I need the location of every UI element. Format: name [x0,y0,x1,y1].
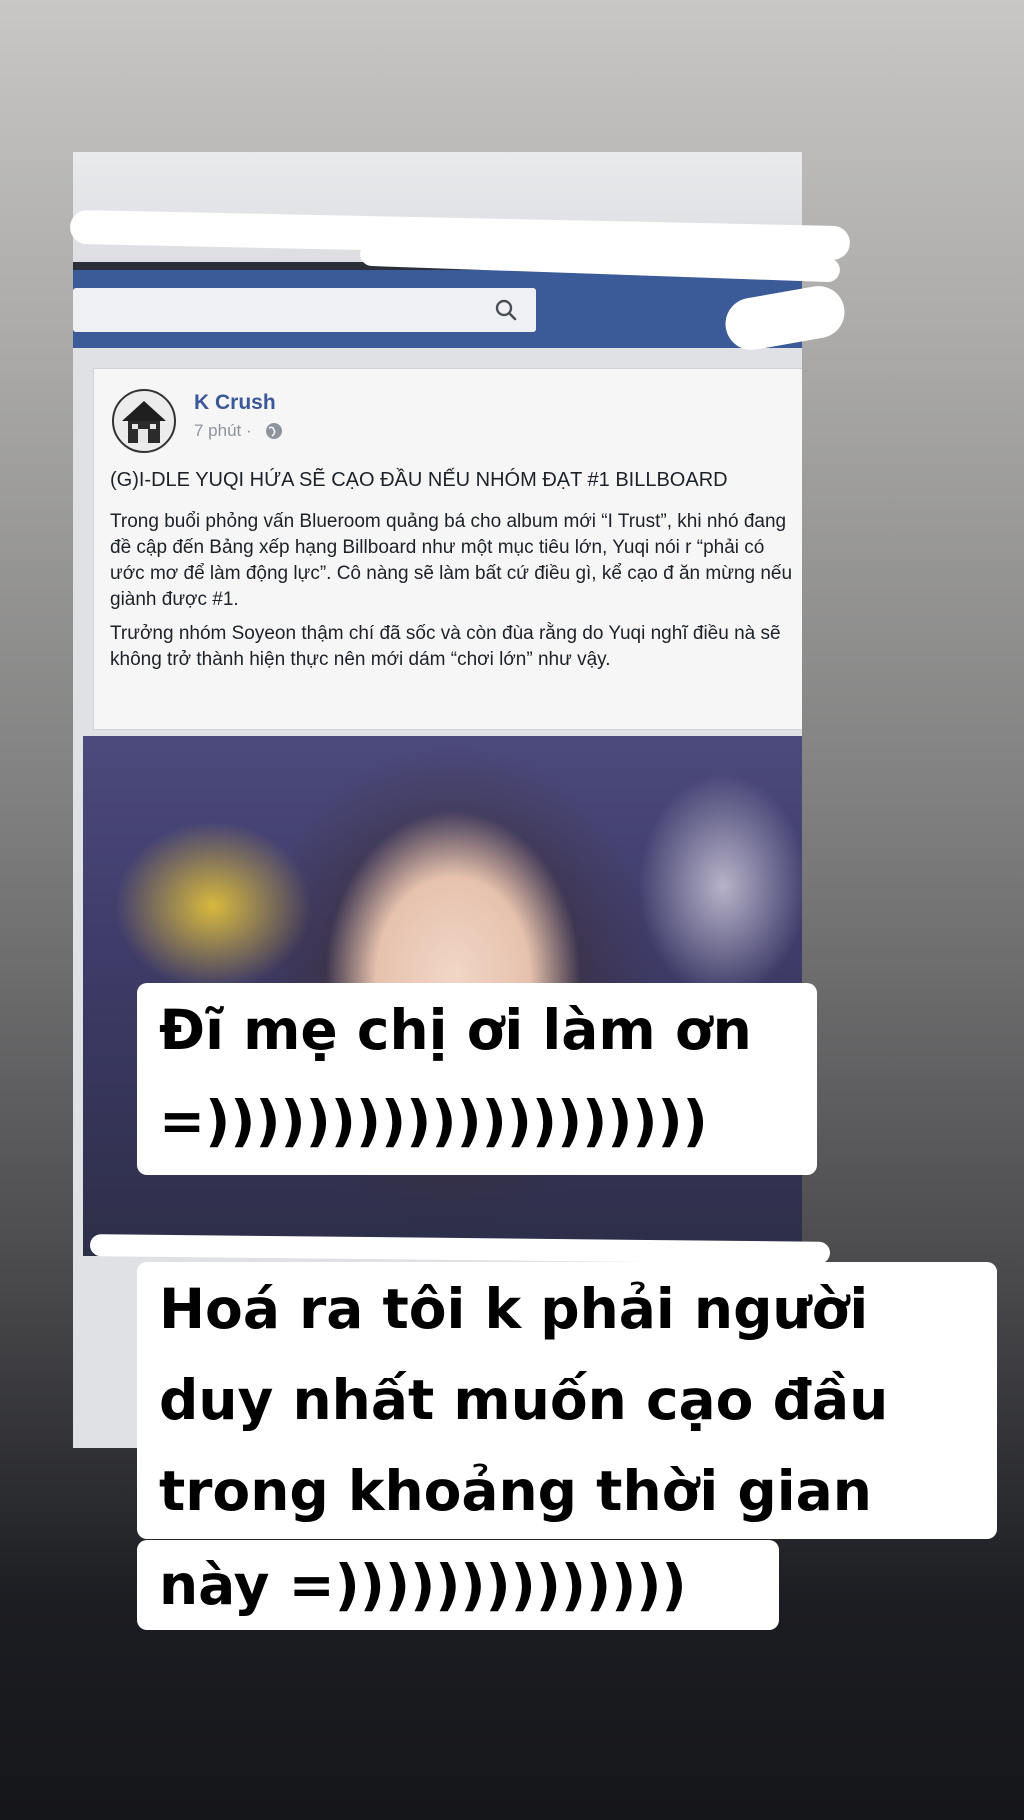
story-caption-top: Đĩ mẹ chị ơi làm ơn =)))))))))))))))))))… [137,983,817,1175]
facebook-top-bar [73,270,802,348]
caption-line: này =)))))))))))))) [159,1553,687,1617]
caption-line: Đĩ mẹ chị ơi làm ơn [159,998,752,1062]
post-paragraph: Trưởng nhóm Soyeon thậm chí đã sốc và cò… [110,623,781,670]
post-headline: (G)I-DLE YUQI HỨA SẼ CẠO ĐẦU NẾU NHÓM ĐẠ… [110,469,728,491]
story-caption-bottom: Hoá ra tôi k phải người duy nhất muốn cạ… [137,1262,997,1539]
caption-line: trong khoảng thời gian [159,1459,872,1523]
search-icon[interactable] [494,298,518,322]
page-name[interactable]: K Crush [194,391,276,415]
search-input[interactable] [73,288,536,332]
house-logo-icon [122,401,166,443]
post-timestamp[interactable]: 7 phút · [194,421,252,441]
story-caption-bottom-last: này =)))))))))))))) [137,1540,779,1630]
facebook-post: K Crush 7 phút · (G)I-DLE YUQI HỨA SẼ CẠ… [93,368,802,730]
caption-line: Hoá ra tôi k phải người [159,1277,869,1341]
caption-line: duy nhất muốn cạo đầu [159,1368,889,1432]
post-paragraph: Trong buổi phỏng vấn Blueroom quảng bá c… [110,511,793,610]
page-avatar[interactable] [112,389,176,453]
globe-icon [266,423,282,439]
caption-line: =)))))))))))))))))))) [159,1089,708,1153]
post-body: Trong buổi phỏng vấn Blueroom quảng bá c… [110,509,800,681]
